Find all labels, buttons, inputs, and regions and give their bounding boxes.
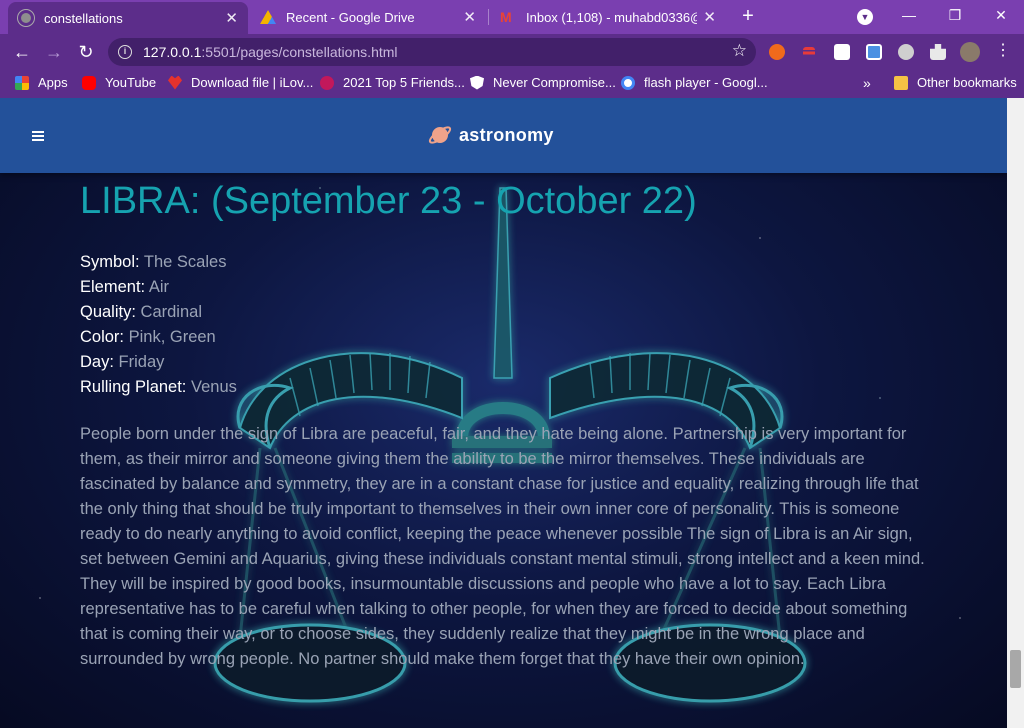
close-tab-icon[interactable]: ✕ <box>703 8 716 26</box>
fact-symbol: Symbol: The Scales <box>80 250 940 275</box>
tab-strip: constellations ✕ Recent - Google Drive ✕… <box>0 0 1024 34</box>
apps-grid-icon <box>15 75 29 90</box>
bookmarks-bar: Apps YouTube Download file | iLov... 202… <box>0 70 1024 98</box>
close-tab-icon[interactable]: ✕ <box>225 9 238 27</box>
fact-ruling-planet: Rulling Planet: Venus <box>80 375 940 400</box>
browser-toolbar: ← → ↻ i 127.0.0.1:5501/pages/constellati… <box>0 34 1024 70</box>
gmail-icon: M <box>500 9 512 25</box>
fact-key: Color: <box>80 328 125 346</box>
site-logo[interactable]: astronomy <box>427 122 554 148</box>
heart-icon <box>168 75 182 90</box>
bookmark-label: Download file | iLov... <box>191 75 314 90</box>
fact-key: Rulling Planet: <box>80 378 187 396</box>
page-viewport: astronomy LIBRA: (September 23 - October… <box>0 98 1007 728</box>
fact-key: Quality: <box>80 303 136 321</box>
site-header: astronomy <box>0 98 1007 173</box>
tab-title: Recent - Google Drive <box>286 9 415 25</box>
tab-gmail[interactable]: M Inbox (1,108) - muhabd0336@gm ✕ <box>490 0 726 34</box>
youtube-icon <box>82 75 96 90</box>
site-brand-name: astronomy <box>459 124 554 145</box>
page-scrollbar[interactable] <box>1007 98 1024 728</box>
bookmark-top-5-friends[interactable]: 2021 Top 5 Friends... <box>320 75 465 90</box>
tab-search-icon[interactable]: ▼ <box>857 9 873 25</box>
bookmark-ilovepdf[interactable]: Download file | iLov... <box>168 75 313 90</box>
scrollbar-thumb[interactable] <box>1010 650 1021 688</box>
bookmark-label: flash player - Googl... <box>644 75 768 90</box>
url-host: 127.0.0.1 <box>143 44 202 60</box>
tab-title: constellations <box>44 10 123 26</box>
bookmark-never-compromise[interactable]: Never Compromise... <box>470 75 616 90</box>
sign-content: LIBRA: (September 23 - October 22) Symbo… <box>80 174 940 672</box>
kebab-menu-icon[interactable]: ⋮ <box>995 42 1011 60</box>
fact-value: Cardinal <box>140 303 202 321</box>
fact-key: Symbol: <box>80 253 140 271</box>
sign-facts-list: Symbol: The Scales Element: Air Quality:… <box>80 250 940 400</box>
extensions-puzzle-icon[interactable] <box>930 44 946 60</box>
fact-quality: Quality: Cardinal <box>80 300 940 325</box>
tab-separator <box>488 9 489 25</box>
bookmark-apps[interactable]: Apps <box>15 75 68 90</box>
shield-icon <box>470 75 484 90</box>
restore-button[interactable]: ❐ <box>932 0 978 34</box>
bookmark-label: 2021 Top 5 Friends... <box>343 75 465 90</box>
fact-value: Pink, Green <box>128 328 216 346</box>
other-bookmarks[interactable]: Other bookmarks <box>894 75 1017 90</box>
google-icon <box>621 75 635 90</box>
tab-google-drive[interactable]: Recent - Google Drive ✕ <box>250 0 486 34</box>
bookmark-flash-player[interactable]: flash player - Googl... <box>621 75 768 90</box>
bookmark-youtube[interactable]: YouTube <box>82 75 156 90</box>
extension-screen-icon[interactable] <box>866 44 882 60</box>
extension-infinity-icon[interactable] <box>769 44 785 60</box>
hamburger-menu-icon[interactable] <box>32 131 44 141</box>
address-bar[interactable]: i 127.0.0.1:5501/pages/constellations.ht… <box>108 38 756 66</box>
globe-icon <box>18 10 34 26</box>
back-button[interactable]: ← <box>10 40 34 64</box>
planet-icon <box>428 126 452 144</box>
bookmark-label: Other bookmarks <box>917 75 1017 90</box>
fact-value: The Scales <box>143 253 227 271</box>
fact-key: Element: <box>80 278 146 296</box>
bookmark-star-icon[interactable]: ☆ <box>732 41 747 61</box>
fact-element: Element: Air <box>80 275 940 300</box>
bookmark-label: YouTube <box>105 75 157 90</box>
tab-title: Inbox (1,108) - muhabd0336@gm <box>526 9 697 25</box>
fact-day: Day: Friday <box>80 350 940 375</box>
url-text[interactable]: 127.0.0.1:5501/pages/constellations.html <box>143 44 398 60</box>
close-tab-icon[interactable]: ✕ <box>463 8 476 26</box>
google-drive-icon <box>260 10 276 24</box>
bookmark-label: Apps <box>38 75 68 90</box>
fact-key: Day: <box>80 353 114 371</box>
url-path: :5501/pages/constellations.html <box>201 44 398 60</box>
extension-red-icon[interactable] <box>803 47 815 57</box>
cherries-icon <box>320 75 334 90</box>
forward-button[interactable]: → <box>42 40 66 64</box>
fact-value: Venus <box>191 378 237 396</box>
fact-color: Color: Pink, Green <box>80 325 940 350</box>
minimize-button[interactable]: — <box>886 0 932 34</box>
new-tab-button[interactable]: + <box>737 5 759 27</box>
extension-cloud-icon[interactable] <box>834 44 850 60</box>
reload-button[interactable]: ↻ <box>74 40 98 64</box>
page-title: LIBRA: (September 23 - October 22) <box>80 180 697 222</box>
bookmark-label: Never Compromise... <box>493 75 616 90</box>
sign-description: People born under the sign of Libra are … <box>80 425 925 668</box>
extension-globe-icon[interactable] <box>898 44 914 60</box>
folder-icon <box>894 75 908 90</box>
close-window-button[interactable]: ✕ <box>978 0 1024 34</box>
fact-value: Friday <box>118 353 165 371</box>
tab-constellations[interactable]: constellations ✕ <box>8 2 248 34</box>
info-icon[interactable]: i <box>118 45 132 59</box>
bookmarks-overflow-button[interactable]: » <box>863 75 871 91</box>
profile-avatar[interactable] <box>960 42 980 62</box>
fact-value: Air <box>148 278 169 296</box>
